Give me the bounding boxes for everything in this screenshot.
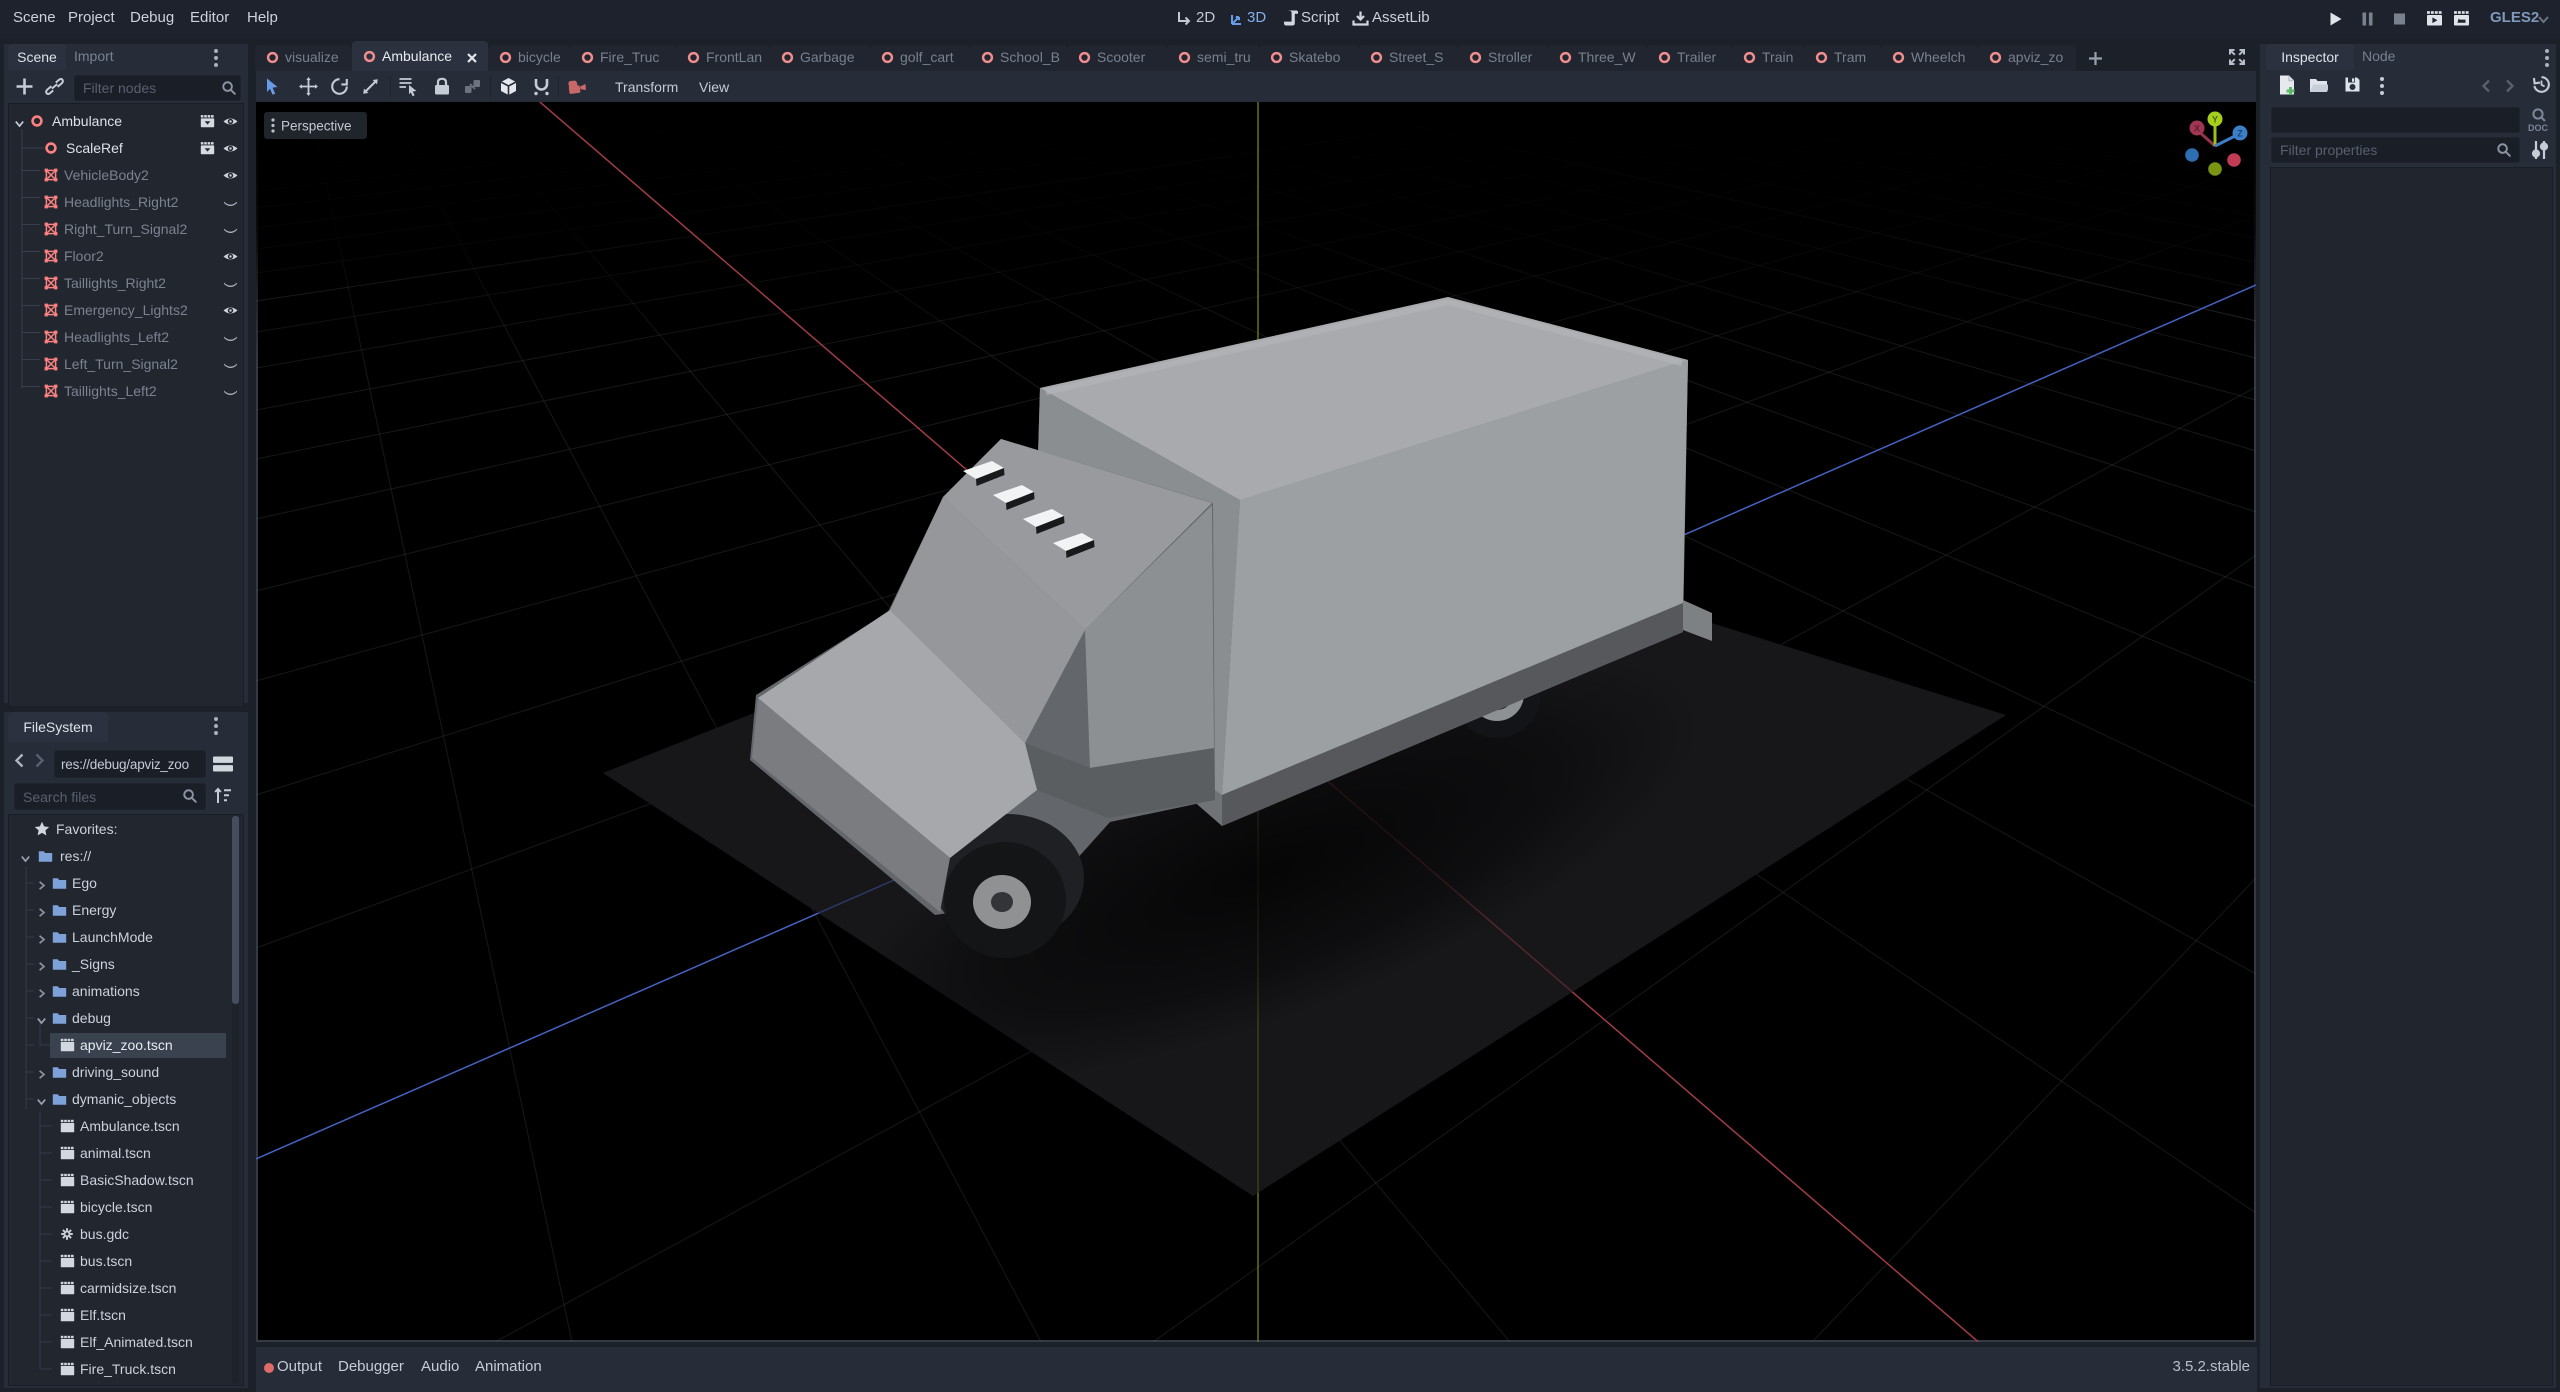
svg-text:Y: Y xyxy=(2212,115,2218,125)
svg-text:DOC: DOC xyxy=(2528,123,2549,133)
svg-text:Perspective: Perspective xyxy=(281,119,352,134)
svg-text:X: X xyxy=(2194,124,2200,134)
svg-text:Z: Z xyxy=(2237,129,2243,139)
